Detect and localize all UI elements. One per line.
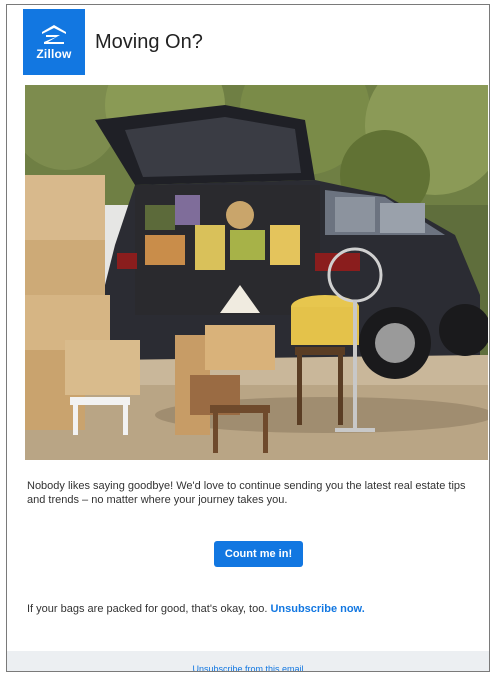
email-frame: Zillow Moving On? Nobody likes saying go… [6,4,490,672]
count-me-in-button[interactable]: Count me in! [214,541,303,567]
unsubscribe-footer-link[interactable]: Unsubscribe from this email [192,664,303,671]
closing-paragraph: If your bags are packed for good, that's… [27,603,365,615]
zillow-house-icon [42,25,66,44]
hero-image [25,85,488,460]
body-message: Nobody likes saying goodbye! We'd love t… [27,480,466,506]
page-title: Moving On? [95,30,203,53]
unsubscribe-now-link[interactable]: Unsubscribe now. [270,603,364,615]
closing-text: If your bags are packed for good, that's… [27,603,271,615]
email-footer: Unsubscribe from this email [7,651,489,671]
email-header: Zillow Moving On? [23,9,203,75]
logo-wordmark: Zillow [36,47,72,61]
zillow-logo[interactable]: Zillow [23,9,85,75]
car-trunk-photo-icon [25,85,488,460]
